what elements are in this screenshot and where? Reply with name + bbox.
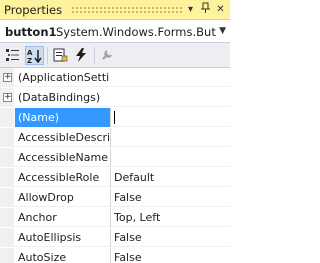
property-row[interactable]: AutoSize False	[0, 248, 230, 263]
property-name: AccessibleName	[18, 151, 108, 164]
properties-icon[interactable]	[51, 46, 70, 65]
property-name: Anchor	[18, 211, 57, 224]
pin-icon[interactable]	[198, 2, 213, 18]
svg-text:A: A	[27, 49, 33, 57]
svg-text:Z: Z	[27, 57, 32, 64]
property-name: AutoEllipsis	[18, 231, 82, 244]
property-grid: + (ApplicationSetti + (DataBindings) (Na…	[0, 68, 230, 263]
property-row[interactable]: AccessibleRole Default	[0, 168, 230, 187]
text-caret	[114, 111, 115, 124]
property-row[interactable]: AccessibleDescri	[0, 128, 230, 147]
property-value[interactable]: False	[114, 231, 142, 244]
property-value[interactable]: False	[114, 251, 142, 263]
properties-toolbar: A Z	[0, 43, 230, 68]
close-icon[interactable]: ✕	[213, 2, 228, 18]
property-name: (DataBindings)	[18, 91, 101, 104]
window-title: Properties	[4, 3, 63, 17]
object-type: System.Windows.Forms.Butto	[56, 25, 216, 39]
object-name: button1	[5, 25, 57, 39]
property-name: (ApplicationSetti	[18, 71, 110, 84]
toolbar-separator	[94, 47, 95, 64]
property-name: AccessibleDescri	[18, 131, 110, 144]
property-row[interactable]: (Name)	[0, 108, 230, 127]
events-icon[interactable]	[72, 46, 91, 65]
property-name: AutoSize	[18, 251, 67, 263]
property-row[interactable]: Anchor Top, Left	[0, 208, 230, 227]
categorized-icon[interactable]	[4, 46, 23, 65]
property-row[interactable]: AllowDrop False	[0, 188, 230, 207]
property-row[interactable]: AutoEllipsis False	[0, 228, 230, 247]
properties-titlebar: Properties ▾ ✕	[0, 0, 230, 20]
dropdown-arrow-icon[interactable]: ▾	[183, 2, 198, 18]
property-row[interactable]: + (ApplicationSetti	[0, 68, 230, 87]
expand-icon[interactable]: +	[3, 73, 12, 82]
object-selector[interactable]: button1 System.Windows.Forms.Butto ▼	[0, 20, 230, 43]
property-value[interactable]: False	[114, 191, 142, 204]
titlebar-grip	[71, 6, 184, 13]
property-name: AccessibleRole	[18, 171, 100, 184]
property-row[interactable]: + (DataBindings)	[0, 88, 230, 107]
property-value[interactable]: Top, Left	[114, 211, 160, 224]
property-pages-icon[interactable]	[98, 46, 117, 65]
chevron-down-icon[interactable]: ▼	[219, 26, 226, 36]
property-row[interactable]: AccessibleName	[0, 148, 230, 167]
property-name: AllowDrop	[18, 191, 74, 204]
toolbar-separator	[47, 47, 48, 64]
expand-icon[interactable]: +	[3, 93, 12, 102]
property-value[interactable]: Default	[114, 171, 154, 184]
alphabetical-icon[interactable]: A Z	[25, 46, 44, 65]
property-name: (Name)	[15, 108, 110, 127]
